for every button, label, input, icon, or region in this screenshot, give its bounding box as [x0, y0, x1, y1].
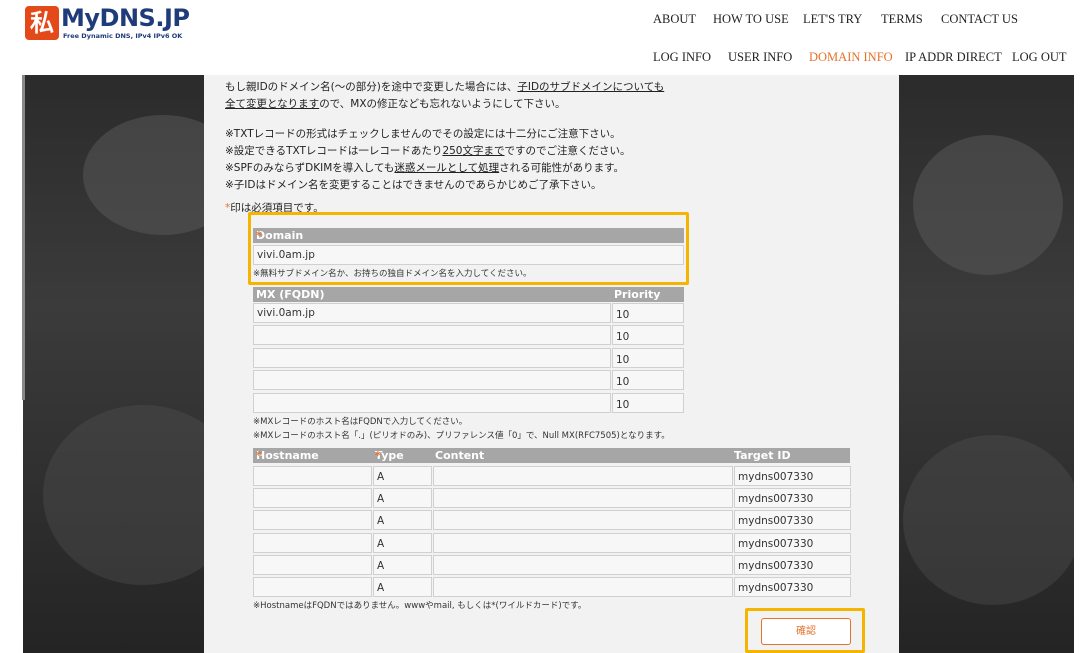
- note-txt-length: ※設定できるTXTレコードは一レコードあたり250文字までですのでご注意ください…: [225, 145, 631, 157]
- mx-priority-input[interactable]: 10: [612, 392, 684, 413]
- mx-note-1: ※MXレコードのホスト名はFQDNで入力してください。: [253, 417, 468, 427]
- mx-header: MX (FQDN) Priority: [253, 287, 684, 302]
- record-type-input[interactable]: A: [373, 466, 432, 486]
- nav-lets-try[interactable]: LET'S TRY: [803, 12, 862, 27]
- record-hostname-input[interactable]: [253, 488, 372, 509]
- record-hostname-input[interactable]: [253, 510, 372, 531]
- record-target-input[interactable]: mydns007330: [734, 577, 851, 597]
- mx-fqdn-input[interactable]: [253, 370, 611, 391]
- logo[interactable]: 私 MyDNS.JP Free Dynamic DNS, IPv4 IPv6 O…: [25, 4, 190, 44]
- record-target-input[interactable]: mydns007330: [734, 532, 851, 553]
- record-target-input[interactable]: mydns007330: [734, 466, 851, 486]
- scrollbar-track[interactable]: [22, 75, 25, 400]
- records-header: Hostname * Type * Content Target ID: [253, 448, 850, 463]
- nav-log-info[interactable]: LOG INFO: [653, 50, 711, 65]
- logo-mark-icon: 私: [25, 6, 59, 40]
- record-content-input[interactable]: [433, 554, 733, 575]
- nav-ip-addr-direct[interactable]: IP ADDR DIRECT: [905, 50, 1002, 65]
- record-type-input[interactable]: A: [373, 577, 432, 597]
- mx-priority-input[interactable]: 10: [612, 303, 684, 323]
- record-type-input[interactable]: A: [373, 554, 432, 575]
- main-panel: もし親IDのドメイン名(〜の部分)を途中で変更した場合には、子IDのサブドメイン…: [204, 75, 899, 653]
- record-target-input[interactable]: mydns007330: [734, 554, 851, 575]
- page-edge: [1074, 75, 1081, 653]
- nav-domain-info[interactable]: DOMAIN INFO: [809, 50, 893, 65]
- record-target-input[interactable]: mydns007330: [734, 510, 851, 531]
- nav-log-out[interactable]: LOG OUT: [1012, 50, 1067, 65]
- logo-name: MyDNS.JP: [61, 4, 190, 32]
- note-txt-format: ※TXTレコードの形式はチェックしませんのでその設定には十二分にご注意下さい。: [225, 128, 621, 140]
- confirm-highlight: [745, 608, 865, 653]
- record-hostname-input[interactable]: [253, 577, 372, 597]
- record-target-input[interactable]: mydns007330: [734, 488, 851, 509]
- nav-terms[interactable]: TERMS: [881, 12, 923, 27]
- mx-fqdn-input[interactable]: [253, 347, 611, 368]
- record-hostname-input[interactable]: [253, 466, 372, 486]
- mx-fqdn-input[interactable]: [253, 325, 611, 346]
- record-content-input[interactable]: [433, 510, 733, 531]
- mx-fqdn-input[interactable]: vivi.0am.jp: [253, 303, 611, 323]
- record-content-input[interactable]: [433, 532, 733, 553]
- record-hostname-input[interactable]: [253, 554, 372, 575]
- record-content-input[interactable]: [433, 488, 733, 509]
- note-child-id: ※子IDはドメイン名を変更することはできませんのであらかじめご了承下さい。: [225, 179, 602, 191]
- nav-user-info[interactable]: USER INFO: [728, 50, 792, 65]
- record-type-input[interactable]: A: [373, 532, 432, 553]
- mx-priority-input[interactable]: 10: [612, 325, 684, 346]
- mx-priority-input[interactable]: 10: [612, 370, 684, 391]
- record-type-input[interactable]: A: [373, 510, 432, 531]
- mx-priority-input[interactable]: 10: [612, 347, 684, 368]
- record-content-input[interactable]: [433, 466, 733, 486]
- site-header: 私 MyDNS.JP Free Dynamic DNS, IPv4 IPv6 O…: [0, 0, 1081, 75]
- records-note: ※HostnameはFQDNではありません。wwwやmail, もしくは*(ワイ…: [253, 601, 587, 611]
- record-hostname-input[interactable]: [253, 532, 372, 553]
- record-type-input[interactable]: A: [373, 488, 432, 509]
- logo-subtitle: Free Dynamic DNS, IPv4 IPv6 OK: [63, 32, 183, 40]
- note-spf-dkim: ※SPFのみならずDKIMを導入しても迷惑メールとして処理される可能性があります…: [225, 162, 625, 174]
- mx-fqdn-input[interactable]: [253, 392, 611, 413]
- nav-about[interactable]: ABOUT: [653, 12, 696, 27]
- note-parent-domain-2: 全て変更となりますので、MXの修正なども忘れないようにして下さい。: [225, 98, 566, 110]
- nav-how-to-use[interactable]: HOW TO USE: [713, 12, 789, 27]
- mx-note-2: ※MXレコードのホスト名「.」(ピリオドのみ)、プリファレンス値「0」で、Nul…: [253, 431, 670, 441]
- note-parent-domain-1: もし親IDのドメイン名(〜の部分)を途中で変更した場合には、子IDのサブドメイン…: [225, 81, 665, 93]
- domain-highlight: [248, 212, 689, 285]
- nav-contact-us[interactable]: CONTACT US: [941, 12, 1018, 27]
- record-content-input[interactable]: [433, 577, 733, 597]
